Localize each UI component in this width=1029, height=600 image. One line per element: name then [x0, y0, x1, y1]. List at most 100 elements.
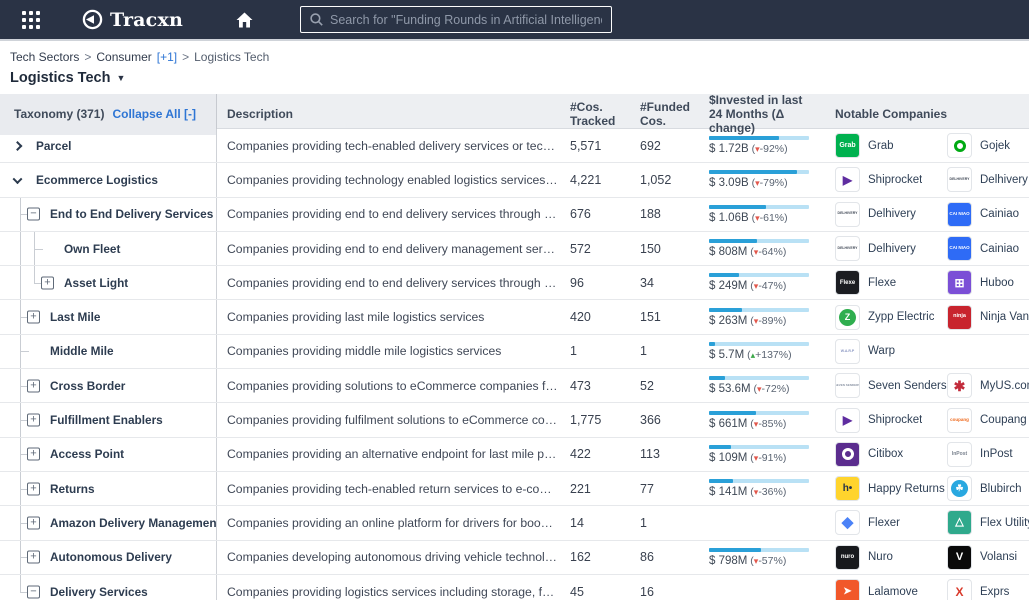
company-chip[interactable]: InPost InPost	[947, 441, 1029, 467]
breadcrumb-consumer[interactable]: Consumer	[96, 50, 151, 64]
company-chip[interactable]: ⊞ Huboo	[947, 270, 1029, 296]
expand-node-icon[interactable]: +	[27, 413, 40, 427]
home-icon[interactable]	[235, 11, 254, 29]
table-row[interactable]: + Amazon Delivery Management Companies pro…	[0, 506, 1029, 541]
invested-amount: $ 263M (▾-89%)	[709, 315, 786, 327]
taxonomy-label[interactable]: End to End Delivery Services	[50, 207, 213, 221]
company-name: Shiprocket	[868, 414, 923, 427]
taxonomy-label[interactable]: Middle Mile	[50, 344, 114, 358]
table-row[interactable]: + Access Point Companies providing an alte…	[0, 437, 1029, 472]
company-chip[interactable]: Citibox	[835, 441, 947, 467]
collapse-node-icon[interactable]: −	[27, 585, 40, 598]
taxonomy-label[interactable]: Access Point	[50, 447, 124, 461]
table-row[interactable]: Ecommerce Logistics Companies providing t…	[0, 163, 1029, 198]
table-row[interactable]: + Last Mile Companies providing last mile …	[0, 300, 1029, 335]
taxonomy-cell: − End to End Delivery Services	[0, 197, 217, 231]
funded-cos-value: 151	[640, 310, 661, 325]
search-input[interactable]	[330, 12, 602, 27]
tracxn-logo[interactable]: Tracxn	[82, 9, 183, 31]
company-chip[interactable]: V Volansi	[947, 544, 1029, 570]
invested-amount-text: $ 141M	[709, 486, 748, 499]
table-row[interactable]: − End to End Delivery Services Companies p…	[0, 197, 1029, 232]
notable-companies-cell: Citibox InPost InPost	[817, 438, 1029, 471]
company-chip[interactable]: Gojek	[947, 133, 1029, 159]
company-logo-mark: Flexe	[839, 279, 856, 286]
company-chip[interactable]: nuro Nuro	[835, 544, 947, 570]
company-logo-mark: ⊞	[954, 275, 965, 290]
table-row[interactable]: + Fulfillment Enablers Companies providing…	[0, 403, 1029, 438]
invested-delta: (▾-79%)	[748, 177, 788, 190]
company-name: Cainiao	[980, 242, 1019, 255]
expand-node-icon[interactable]: +	[41, 276, 54, 290]
company-name: Huboo	[980, 276, 1014, 289]
chevron-right-icon[interactable]	[12, 140, 23, 151]
description-text: Companies providing an alternative endpo…	[227, 447, 558, 462]
collapse-all-link[interactable]: Collapse All [-]	[112, 107, 196, 122]
taxonomy-label[interactable]: Asset Light	[64, 276, 128, 290]
company-chip[interactable]: ◆ Flexer	[835, 510, 947, 536]
company-chip[interactable]: DELHIVERY Delhivery	[835, 236, 947, 262]
company-chip[interactable]: ☘ Blubirch	[947, 476, 1029, 502]
taxonomy-label[interactable]: Fulfillment Enablers	[50, 413, 163, 427]
table-row[interactable]: + Cross Border Companies providing solutio…	[0, 369, 1029, 404]
table-row[interactable]: + Autonomous Delivery Companies developing…	[0, 540, 1029, 575]
company-chip[interactable]: CAI NIAO Cainiao	[947, 236, 1029, 262]
expand-node-icon[interactable]: +	[27, 550, 40, 564]
expand-node-icon[interactable]: +	[27, 379, 40, 393]
company-logo-mark: CAI NIAO	[949, 210, 970, 216]
company-chip[interactable]: CAI NIAO Cainiao	[947, 201, 1029, 227]
company-logo-mark: DELHIVERY	[949, 177, 970, 182]
company-name: Nuro	[868, 551, 893, 564]
company-chip[interactable]: ninja Ninja Van	[947, 304, 1029, 330]
company-chip[interactable]: ➤ Lalamove	[835, 579, 947, 600]
taxonomy-cell: Own Fleet	[0, 231, 217, 266]
expand-node-icon[interactable]: +	[27, 447, 40, 461]
table-row[interactable]: Parcel Companies providing tech-enabled d…	[0, 129, 1029, 164]
taxonomy-label[interactable]: Autonomous Delivery	[50, 550, 172, 564]
taxonomy-label[interactable]: Ecommerce Logistics	[36, 173, 158, 187]
company-chip[interactable]: ▶ Shiprocket	[835, 167, 947, 193]
app-grid-icon[interactable]	[22, 10, 40, 29]
taxonomy-label[interactable]: Last Mile	[50, 310, 100, 324]
company-chip[interactable]: Grab Grab	[835, 133, 947, 159]
breadcrumb-tech-sectors[interactable]: Tech Sectors	[10, 50, 79, 64]
company-chip[interactable]: ▶ Shiprocket	[835, 407, 947, 433]
table-row[interactable]: + Asset Light Companies providing end to e…	[0, 266, 1029, 301]
collapse-node-icon[interactable]: −	[27, 207, 40, 221]
expand-node-icon[interactable]: +	[27, 516, 40, 530]
company-chip[interactable]: Flexe Flexe	[835, 270, 947, 296]
table-row[interactable]: Middle Mile Companies providing middle mi…	[0, 334, 1029, 370]
invested-cell: $ 109M (▾-91%)	[703, 438, 817, 471]
company-chip[interactable]: coupang Coupang	[947, 407, 1029, 433]
company-chip[interactable]: ✱ MyUS.com	[947, 373, 1029, 399]
table-row[interactable]: + Returns Companies providing tech-enabled…	[0, 471, 1029, 507]
company-chip[interactable]: SEVEN SENDERS Seven Senders	[835, 373, 947, 399]
company-chip[interactable]: DELHIVERY Delhivery	[947, 167, 1029, 193]
invested-bar-fill	[709, 136, 779, 141]
breadcrumb-plus-one-badge[interactable]: [+1]	[157, 50, 177, 64]
expand-node-icon[interactable]: +	[27, 482, 40, 496]
title-dropdown-icon[interactable]: ▼	[116, 73, 125, 83]
company-chip[interactable]: Z Zypp Electric	[835, 304, 947, 330]
table-row[interactable]: − Delivery Services Companies providing lo…	[0, 574, 1029, 600]
delta-up-icon: ▴	[750, 349, 756, 360]
invested-bar	[709, 273, 809, 278]
chevron-down-icon[interactable]	[12, 174, 23, 185]
expand-node-icon[interactable]: +	[27, 310, 40, 324]
company-chip[interactable]: X Exprs	[947, 579, 1029, 600]
taxonomy-label[interactable]: Cross Border	[50, 379, 125, 393]
taxonomy-label[interactable]: Delivery Services	[50, 585, 148, 599]
invested-amount-text: $ 1.72B	[709, 143, 749, 156]
company-chip[interactable]: △ Flex Utility	[947, 510, 1029, 536]
taxonomy-label[interactable]: Parcel	[36, 139, 71, 153]
taxonomy-label[interactable]: Amazon Delivery Management	[50, 516, 216, 530]
taxonomy-label[interactable]: Returns	[50, 482, 95, 496]
invested-cell: $ 263M (▾-89%)	[703, 300, 817, 333]
company-logo-mark: DELHIVERY	[837, 211, 858, 216]
company-chip[interactable]: W.A.R.P Warp	[835, 338, 947, 364]
company-chip[interactable]: DELHIVERY Delhivery	[835, 201, 947, 227]
table-row[interactable]: Own Fleet Companies providing end to end …	[0, 231, 1029, 267]
company-chip[interactable]: h• Happy Returns	[835, 476, 947, 502]
taxonomy-label[interactable]: Own Fleet	[64, 242, 120, 256]
description-cell: Companies providing tech-enabled deliver…	[217, 129, 566, 162]
